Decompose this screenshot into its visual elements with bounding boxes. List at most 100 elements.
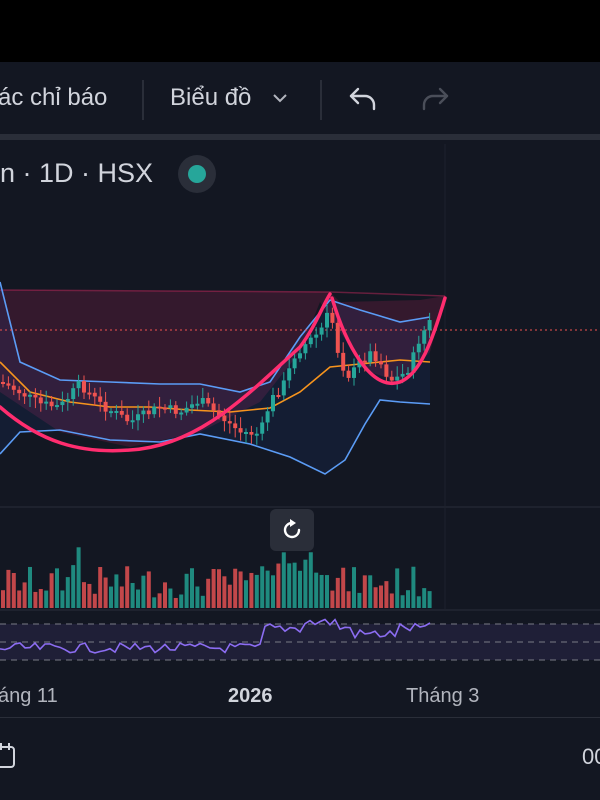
volume-bar — [109, 586, 113, 608]
price-chart[interactable] — [0, 62, 600, 702]
candle-body — [314, 334, 319, 338]
volume-bar — [200, 595, 205, 608]
candle-body — [55, 405, 59, 408]
candle-body — [76, 381, 81, 389]
candle-body — [1, 382, 5, 384]
volume-bar — [87, 583, 92, 608]
candle-body — [109, 411, 113, 414]
candle-body — [222, 415, 227, 422]
time-readout: 00 — [582, 744, 600, 769]
refresh-icon — [283, 519, 301, 539]
volume-bar — [395, 568, 400, 608]
candle-body — [184, 407, 189, 413]
footer-divider — [0, 717, 600, 718]
candle-body — [17, 389, 22, 394]
volume-bar — [1, 590, 5, 608]
candle-body — [119, 410, 124, 415]
candle-body — [308, 337, 313, 345]
candle-body — [427, 320, 432, 331]
candle-body — [244, 432, 248, 435]
volume-bar — [141, 575, 146, 608]
candle-body — [384, 364, 389, 377]
candle-body — [195, 403, 200, 406]
x-axis-label-year: 2026 — [228, 685, 273, 707]
reset-chart-button[interactable] — [270, 509, 314, 551]
candle-body — [152, 406, 157, 415]
volume-bar — [281, 552, 286, 608]
candle-body — [335, 322, 340, 353]
candle-body — [44, 401, 49, 404]
candle-body — [352, 367, 356, 378]
volume-bar — [195, 586, 200, 608]
volume-bar — [416, 596, 421, 608]
candle-body — [173, 405, 178, 414]
volume-bar — [308, 552, 313, 608]
volume-bar — [28, 566, 32, 608]
candle-body — [65, 399, 70, 402]
candle-body — [92, 392, 97, 397]
x-axis-label: áng 11 — [0, 685, 58, 707]
volume-bar — [217, 569, 221, 608]
candle-body — [325, 312, 329, 328]
candle-body — [98, 396, 103, 402]
candle-body — [82, 381, 86, 393]
volume-bar — [184, 573, 189, 608]
volume-bar — [211, 569, 216, 608]
candle-body — [276, 395, 281, 398]
candle-body — [60, 401, 65, 406]
candle-body — [238, 428, 243, 433]
candle-body — [146, 410, 151, 415]
candle-body — [292, 358, 297, 369]
volume-bar — [190, 568, 194, 608]
volume-bar — [206, 578, 211, 608]
volume-bar — [157, 593, 162, 608]
volume-bar — [335, 577, 340, 608]
candle-body — [141, 410, 146, 415]
volume-bar — [233, 568, 238, 608]
candle-body — [389, 376, 394, 381]
volume-bar — [352, 567, 356, 608]
candle-body — [227, 421, 232, 424]
volume-bar — [238, 571, 243, 608]
candle-body — [254, 433, 259, 436]
volume-bar — [11, 572, 16, 608]
candle-body — [33, 394, 38, 398]
volume-bar — [271, 575, 275, 608]
candle-body — [281, 380, 286, 396]
volume-bar — [92, 593, 97, 608]
volume-bar — [389, 593, 394, 608]
volume-bar — [346, 591, 351, 608]
volume-bar — [379, 585, 383, 608]
volume-bar — [292, 562, 297, 608]
candle-body — [249, 432, 254, 435]
volume-bar — [130, 582, 135, 608]
volume-bar — [173, 597, 178, 608]
volume-bar — [254, 574, 259, 608]
candle-body — [368, 351, 373, 363]
candle-body — [373, 351, 378, 362]
candle-body — [298, 353, 302, 359]
candle-body — [265, 411, 270, 423]
candle-body — [6, 383, 11, 386]
candle-body — [379, 361, 383, 365]
volume-bar — [146, 571, 151, 608]
volume-bar — [222, 576, 227, 608]
volume-bar — [341, 567, 346, 608]
chart-screen: ác chỉ báo Biểu đồ n · 1D · HSX áng 11 2… — [0, 62, 600, 800]
calendar-icon[interactable] — [0, 742, 16, 770]
volume-bar — [325, 575, 329, 608]
volume-bar — [103, 577, 108, 608]
candle-body — [206, 398, 211, 404]
volume-bar — [60, 590, 65, 608]
volume-bar — [125, 566, 130, 608]
volume-bar — [55, 568, 59, 608]
volume-bar — [384, 581, 389, 608]
volume-bar — [244, 580, 248, 608]
volume-bar — [330, 590, 335, 608]
candle-body — [179, 412, 184, 415]
candle-body — [416, 343, 421, 353]
candle-body — [125, 414, 130, 422]
candle-body — [400, 373, 405, 377]
candle-body — [422, 330, 427, 344]
volume-bar — [114, 574, 119, 608]
